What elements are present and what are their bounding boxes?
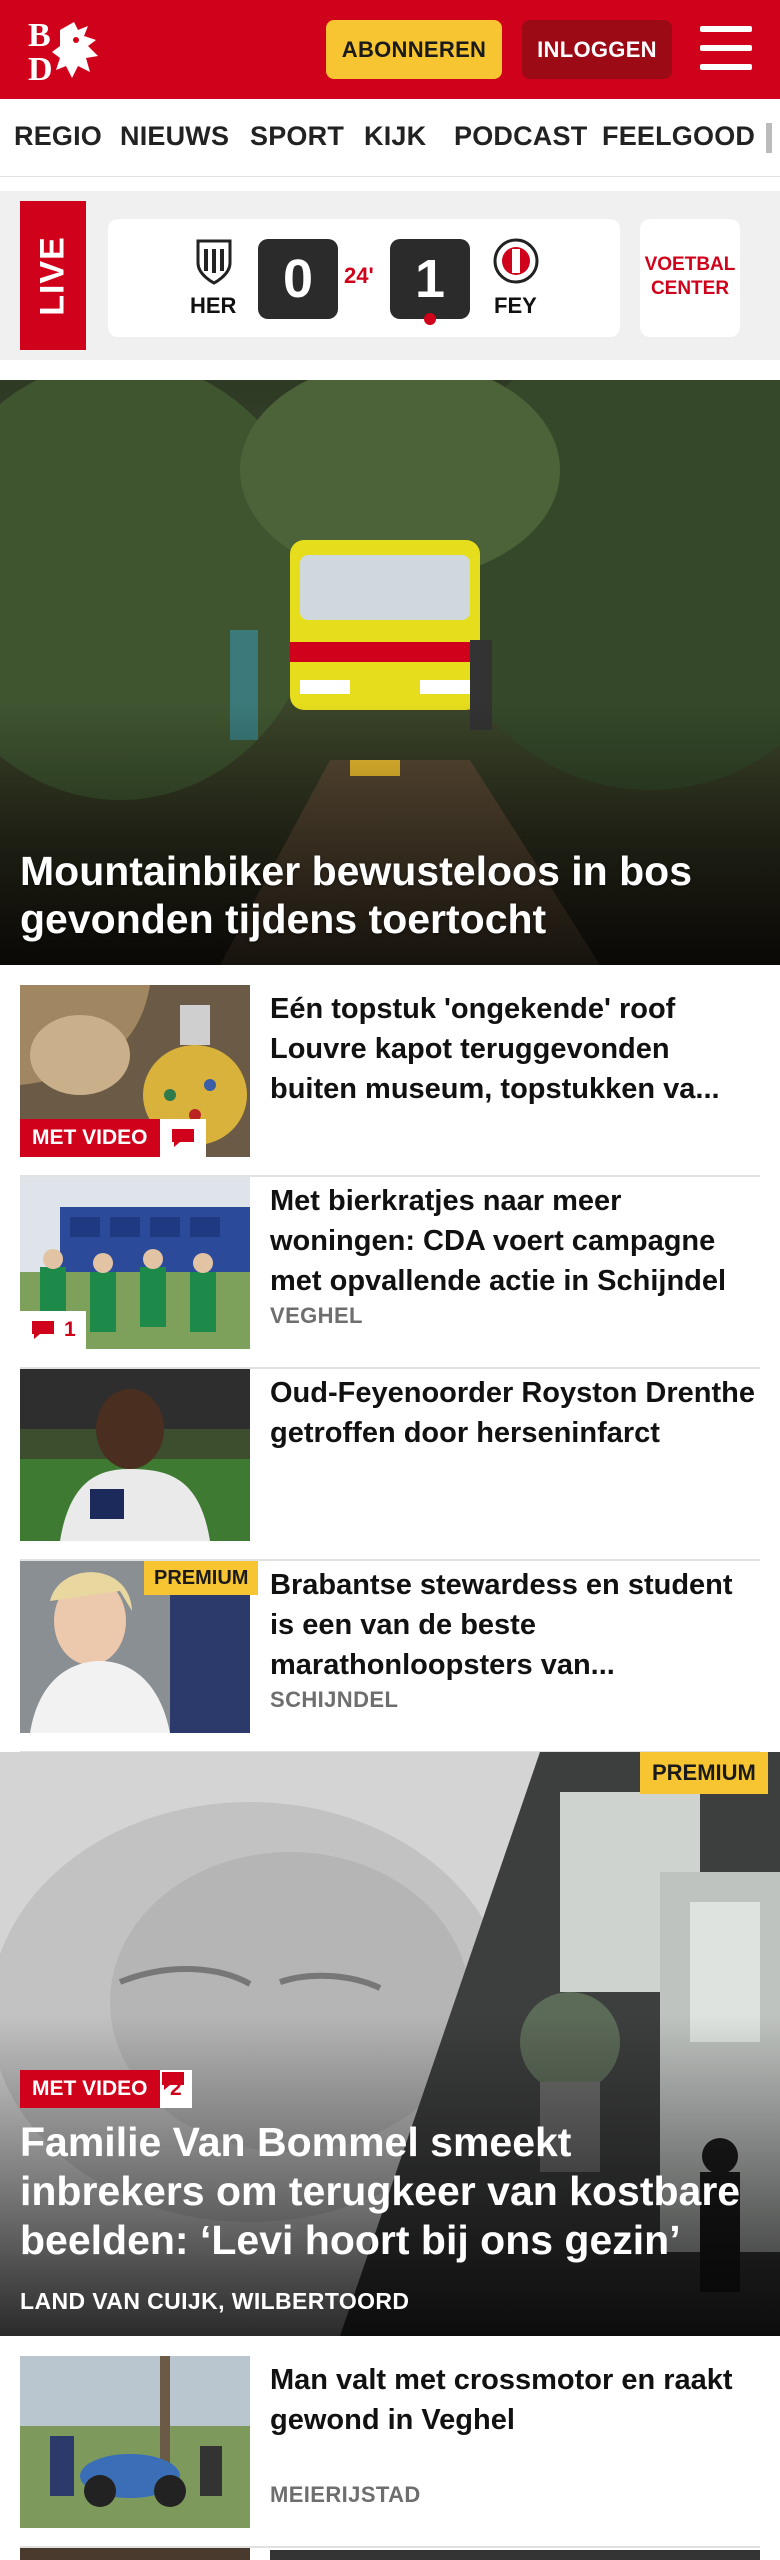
heracles-crest-icon [196,239,232,285]
hero-title[interactable]: Mountainbiker bewusteloos in bos gevonde… [20,847,760,943]
article-item[interactable]: PREMIUM Brabantse stewardess en student … [20,1561,760,1753]
comment-icon [172,1129,194,1147]
nav-item-podcast[interactable]: PODCAST [454,121,587,152]
article-title[interactable]: Brabantse stewardess en student is een v… [270,1565,760,1685]
menu-icon[interactable] [700,26,752,70]
away-team-code: FEY [494,293,537,318]
article-location: SCHIJNDEL [270,1687,399,1712]
nav-item-regio[interactable]: REGIO [14,121,102,152]
article-item[interactable]: Man valt met crossmotor en raakt gewond … [20,2356,760,2548]
hero-article[interactable]: Mountainbiker bewusteloos in bos gevonde… [0,380,780,965]
article-title[interactable]: Man valt met crossmotor en raakt gewond … [270,2360,760,2440]
article-item[interactable]: 1 Met bierkratjes naar meer woningen: CD… [20,1177,760,1369]
home-team-code: HER [190,293,237,318]
site-header: B D ABONNEREN INLOGGEN [0,0,780,99]
article-location: VEGHEL [270,1303,363,1328]
nav-item-nieuws[interactable]: NIEUWS [120,121,229,152]
section-nav: REGIO NIEUWS SPORT KIJK PODCAST FEELGOOD [0,99,780,177]
article-thumbnail [20,2356,250,2528]
featured-location: LAND VAN CUIJK, WILBERTOORD [20,2288,410,2314]
article-title[interactable]: Oud-Feyenoorder Royston Drenthe getroffe… [270,1373,760,1453]
voetbal-center-button[interactable]: VOETBAL CENTER [640,219,740,337]
live-label: LIVE [20,201,86,350]
video-badge: MET VIDEO [20,1119,160,1157]
comments-badge: 2 [160,2070,192,2108]
article-item[interactable]: Oud-Feyenoorder Royston Drenthe getroffe… [20,1369,760,1561]
svg-text:B: B [28,17,51,54]
nav-overflow-indicator [766,123,772,153]
comments-badge [160,1119,206,1157]
featured-article[interactable]: PREMIUM MET VIDEO 2 Familie Van Bommel s… [0,1752,780,2336]
featured-title[interactable]: Familie Van Bommel smeekt inbrekers om t… [20,2118,760,2265]
premium-badge: PREMIUM [640,1752,768,1794]
article-thumbnail [20,1369,250,1541]
match-card[interactable]: HER 0 24' 1 FEY [108,219,620,337]
home-score: 0 [258,239,338,319]
video-badge: MET VIDEO [20,2070,160,2108]
article-title[interactable]: Eén topstuk 'ongekende' roof Louvre kapo… [270,989,760,1109]
nav-item-sport[interactable]: SPORT [250,121,344,152]
comments-badge: 1 [20,1311,86,1349]
article-title[interactable]: Met bierkratjes naar meer woningen: CDA … [270,1181,760,1301]
comment-icon [162,2072,184,2090]
login-button[interactable]: INLOGGEN [522,20,672,79]
comment-count: 1 [64,1318,76,1341]
bd-logo[interactable]: B D [26,16,116,88]
live-match-widget: LIVE HER 0 24' 1 FEY VOETBAL CENTER [0,191,780,360]
svg-text:D: D [28,51,53,84]
away-score: 1 [390,239,470,319]
nav-item-kijk[interactable]: KIJK [364,121,426,152]
feyenoord-crest-icon [493,238,539,284]
subscribe-button[interactable]: ABONNEREN [326,20,502,79]
premium-badge: PREMIUM [144,1561,259,1595]
next-article-title-peek [270,2550,760,2560]
next-article-thumbnail [20,2548,250,2560]
match-minute: 24' [344,263,374,288]
nav-item-feelgood[interactable]: FEELGOOD [602,121,755,152]
article-item[interactable]: MET VIDEO Eén topstuk 'ongekende' roof L… [20,985,760,1177]
live-dot-icon [424,313,436,325]
comment-icon [32,1321,54,1339]
article-location: MEIERIJSTAD [270,2482,421,2507]
